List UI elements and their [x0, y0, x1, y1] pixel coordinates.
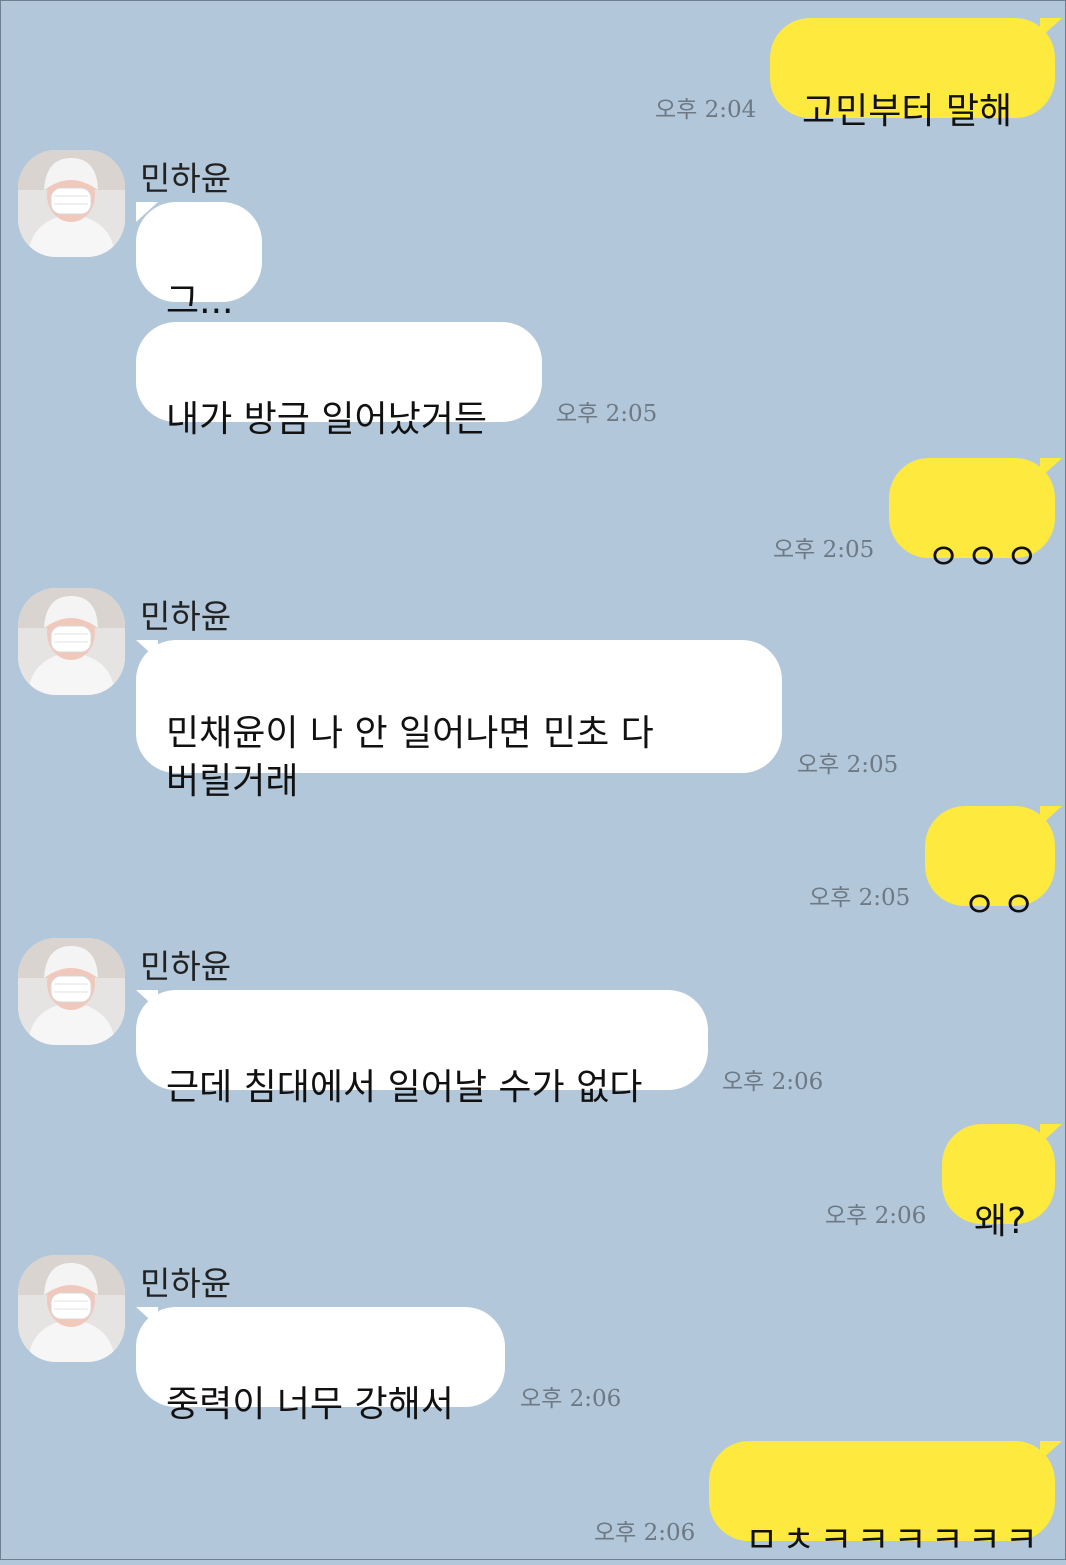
bubble-tail	[136, 990, 158, 1010]
their-message-bubble[interactable]: 민채윤이 나 안 일어나면 민초 다 버릴거래	[136, 640, 782, 802]
message-timestamp: 오후 2:06	[594, 1520, 696, 1546]
bubble-tail	[136, 202, 158, 222]
message-timestamp: 오후 2:04	[655, 97, 757, 123]
message-text: ㅇㅇㅇ	[927, 537, 1045, 578]
avatar-photo	[18, 588, 125, 695]
avatar-photo	[18, 1255, 125, 1362]
sender-name: 민하윤	[140, 597, 232, 636]
sender-avatar[interactable]	[18, 938, 125, 1045]
avatar-photo	[18, 150, 125, 257]
message-timestamp: 오후 2:05	[773, 537, 875, 563]
sender-avatar[interactable]	[18, 1255, 125, 1362]
sender-avatar[interactable]	[18, 150, 125, 257]
bubble-tail	[1040, 1441, 1062, 1461]
message-text: ㅁㅊㅋㅋㅋㅋㅋㅋ	[745, 1520, 1042, 1561]
bubble-tail	[1040, 458, 1062, 478]
message-timestamp: 오후 2:06	[825, 1203, 927, 1229]
their-message-bubble[interactable]: 중력이 너무 강해서	[136, 1307, 505, 1425]
message-text: 내가 방금 일어났거든	[166, 399, 487, 440]
message-timestamp: 오후 2:05	[809, 885, 911, 911]
message-timestamp: 오후 2:05	[556, 401, 658, 427]
my-message-bubble[interactable]: ㅁㅊㅋㅋㅋㅋㅋㅋ	[709, 1441, 1055, 1561]
message-text: 왜?	[974, 1201, 1027, 1242]
sender-avatar[interactable]	[18, 588, 125, 695]
message-text: 그...	[166, 281, 234, 322]
message-text: 근데 침대에서 일어날 수가 없다	[166, 1067, 643, 1108]
sender-name: 민하윤	[140, 947, 232, 986]
message-text: ㅇㅇ	[963, 885, 1042, 926]
message-timestamp: 오후 2:06	[520, 1386, 622, 1412]
avatar-photo	[18, 938, 125, 1045]
bubble-tail	[136, 1307, 158, 1327]
my-message-bubble[interactable]: 왜?	[942, 1124, 1055, 1242]
my-message-bubble[interactable]: 고민부터 말해	[770, 18, 1055, 132]
sender-name: 민하윤	[140, 1264, 232, 1303]
my-message-bubble[interactable]: ㅇㅇㅇ	[889, 458, 1055, 578]
sender-name: 민하윤	[140, 159, 232, 198]
bubble-tail	[1040, 18, 1062, 38]
message-text: 고민부터 말해	[802, 91, 1013, 132]
bubble-tail	[1040, 806, 1062, 826]
their-message-bubble[interactable]: 근데 침대에서 일어날 수가 없다	[136, 990, 708, 1108]
bubble-tail	[136, 640, 158, 660]
message-timestamp: 오후 2:05	[797, 752, 899, 778]
my-message-bubble[interactable]: ㅇㅇ	[925, 806, 1055, 926]
their-message-bubble[interactable]: 내가 방금 일어났거든	[136, 322, 542, 440]
message-text: 중력이 너무 강해서	[166, 1384, 454, 1425]
message-timestamp: 오후 2:06	[722, 1069, 824, 1095]
message-text: 민채윤이 나 안 일어나면 민초 다 버릴거래	[166, 713, 654, 802]
bubble-tail	[1040, 1124, 1062, 1144]
